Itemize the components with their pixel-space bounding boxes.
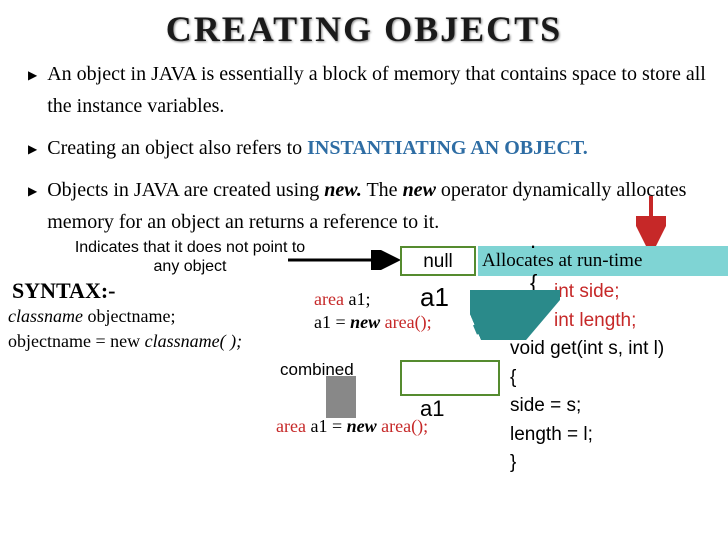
code-assign: a1 = bbox=[314, 312, 350, 332]
null-box: null bbox=[400, 246, 476, 276]
code-var: a1 = bbox=[306, 416, 347, 436]
syntax-objectname: objectname; bbox=[83, 306, 175, 326]
syntax-classname: classname bbox=[8, 306, 83, 326]
bullet-text: Creating an object also refers to INSTAN… bbox=[47, 132, 588, 164]
code-stmt: length = l; bbox=[510, 421, 664, 450]
syntax-label: SYNTAX:- bbox=[12, 278, 115, 304]
code-var: a1; bbox=[344, 289, 371, 309]
bullet-item: ▶ An object in JAVA is essentially a blo… bbox=[28, 58, 710, 122]
arrow-down-red-icon bbox=[636, 196, 666, 246]
bullet-marker-icon: ▶ bbox=[28, 66, 37, 122]
bullet-text: An object in JAVA is essentially a block… bbox=[47, 58, 710, 122]
code-brace: } bbox=[510, 449, 664, 478]
code-brace: { bbox=[510, 364, 664, 393]
bullet-item: ▶ Objects in JAVA are created using new.… bbox=[28, 174, 710, 238]
brace-dot: . bbox=[530, 228, 536, 254]
page-title: CREATING OBJECTS bbox=[0, 0, 728, 54]
code-ctor: area(); bbox=[385, 312, 432, 332]
bullet-marker-icon: ▶ bbox=[28, 182, 37, 238]
arrow-left-black-icon bbox=[280, 250, 400, 270]
code-new: new bbox=[347, 416, 382, 436]
code-field: int length; bbox=[554, 310, 636, 331]
syntax-body: classname objectname; objectname = new c… bbox=[8, 304, 242, 354]
code-type: area bbox=[276, 416, 306, 436]
syntax-line2a: objectname = new bbox=[8, 331, 145, 351]
bullet-post: The bbox=[362, 179, 403, 201]
bullet-marker-icon: ▶ bbox=[28, 140, 37, 164]
bullet-item: ▶ Creating an object also refers to INST… bbox=[28, 132, 710, 164]
code-ctor: area(); bbox=[381, 416, 428, 436]
bullet-list: ▶ An object in JAVA is essentially a blo… bbox=[0, 54, 728, 238]
arrow-teal-icon bbox=[470, 290, 560, 340]
empty-box bbox=[400, 360, 500, 396]
bullet-highlight: INSTANTIATING AN OBJECT. bbox=[307, 137, 588, 159]
code-type: area bbox=[314, 289, 344, 309]
bullet-ital: new bbox=[403, 179, 436, 201]
code-combined: area a1 = new area(); bbox=[276, 416, 428, 437]
code-declare: area a1; a1 = new area(); bbox=[314, 288, 432, 335]
code-stmt: side = s; bbox=[510, 392, 664, 421]
bullet-ital: new. bbox=[324, 179, 362, 201]
code-field: int side; bbox=[554, 281, 619, 302]
bullet-pre: Objects in JAVA are created using bbox=[47, 179, 324, 201]
alloc-strip: Allocates at run-time bbox=[478, 246, 728, 276]
bullet-text: Objects in JAVA are created using new. T… bbox=[47, 174, 710, 238]
code-new: new bbox=[350, 312, 385, 332]
bullet-pre: Creating an object also refers to bbox=[47, 137, 307, 159]
arrow-down-gray-icon bbox=[326, 376, 356, 418]
syntax-classname: classname( ); bbox=[145, 331, 242, 351]
